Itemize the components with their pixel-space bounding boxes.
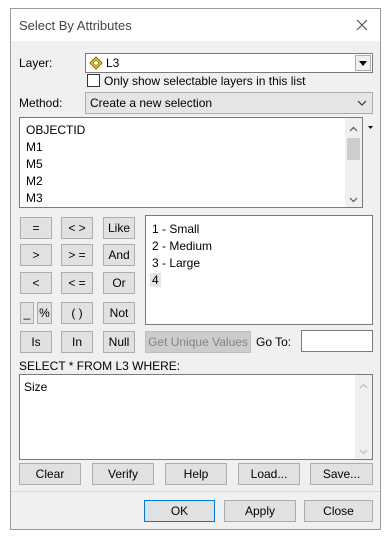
expand-menu-icon[interactable] <box>367 119 374 129</box>
goto-input[interactable] <box>301 330 373 352</box>
field-item[interactable]: M3 <box>26 191 43 205</box>
greater-button[interactable]: > <box>20 244 52 266</box>
like-button[interactable]: Like <box>103 217 135 239</box>
parens-button[interactable]: ( ) <box>61 302 93 324</box>
field-item[interactable]: M2 <box>26 174 43 188</box>
less-equal-button[interactable]: < = <box>61 272 93 294</box>
layer-diamond-icon <box>89 56 103 70</box>
only-selectable-label: Only show selectable layers in this list <box>104 74 306 88</box>
verify-button[interactable]: Verify <box>92 463 154 485</box>
query-text: Size <box>24 380 48 394</box>
query-textarea[interactable]: Size <box>19 374 373 460</box>
value-item[interactable]: 3 - Large <box>152 256 200 270</box>
null-button[interactable]: Null <box>103 331 135 353</box>
equal-button[interactable]: = <box>20 217 52 239</box>
scrollbar-thumb[interactable] <box>347 138 360 160</box>
not-button[interactable]: Not <box>103 302 135 324</box>
select-by-attributes-dialog: Select By Attributes Layer: L3 Only show… <box>10 8 381 530</box>
footer-separator <box>11 491 380 492</box>
help-button[interactable]: Help <box>165 463 227 485</box>
chevron-up-icon[interactable] <box>359 380 368 389</box>
chevron-down-icon[interactable] <box>355 55 371 71</box>
save-button[interactable]: Save... <box>310 463 373 485</box>
underscore-button[interactable]: _ <box>20 302 34 324</box>
not-equal-button[interactable]: < > <box>61 217 93 239</box>
fields-scrollbar[interactable] <box>345 118 362 207</box>
layer-label: Layer: <box>19 56 53 70</box>
is-button[interactable]: Is <box>20 331 52 353</box>
or-button[interactable]: Or <box>103 272 135 294</box>
load-button[interactable]: Load... <box>238 463 300 485</box>
chevron-down-icon[interactable] <box>359 445 368 455</box>
close-icon[interactable] <box>352 15 372 35</box>
method-dropdown[interactable]: Create a new selection <box>85 92 373 114</box>
goto-label: Go To: <box>256 335 292 349</box>
chevron-up-icon[interactable] <box>349 123 358 132</box>
layer-dropdown[interactable]: L3 <box>85 53 373 73</box>
title-bar: Select By Attributes <box>11 9 380 41</box>
only-selectable-checkbox[interactable] <box>87 74 100 87</box>
value-item[interactable]: 1 - Small <box>152 222 199 236</box>
apply-button[interactable]: Apply <box>224 500 296 522</box>
clear-button[interactable]: Clear <box>19 463 81 485</box>
layer-value: L3 <box>106 56 120 70</box>
chevron-down-icon[interactable] <box>349 193 358 203</box>
get-unique-values-button[interactable]: Get Unique Values <box>145 331 251 353</box>
less-button[interactable]: < <box>20 272 52 294</box>
and-button[interactable]: And <box>103 244 135 266</box>
method-value: Create a new selection <box>90 96 213 110</box>
query-header: SELECT * FROM L3 WHERE: <box>19 359 181 373</box>
query-scrollbar[interactable] <box>355 375 372 459</box>
close-button[interactable]: Close <box>304 500 373 522</box>
ok-button[interactable]: OK <box>144 500 215 522</box>
dialog-title: Select By Attributes <box>19 18 132 33</box>
greater-equal-button[interactable]: > = <box>61 244 93 266</box>
fields-list[interactable]: OBJECTID M1 M5 M2 M3 <box>19 117 363 208</box>
unique-values-list[interactable]: 1 - Small 2 - Medium 3 - Large 4 <box>145 215 373 325</box>
method-label: Method: <box>19 96 63 110</box>
field-item[interactable]: OBJECTID <box>26 123 85 137</box>
chevron-down-icon <box>356 97 368 109</box>
field-item[interactable]: M5 <box>26 157 43 171</box>
percent-button[interactable]: % <box>37 302 52 324</box>
in-button[interactable]: In <box>61 331 93 353</box>
value-item-selected[interactable]: 4 <box>150 273 161 287</box>
value-item[interactable]: 2 - Medium <box>152 239 212 253</box>
field-item[interactable]: M1 <box>26 140 43 154</box>
